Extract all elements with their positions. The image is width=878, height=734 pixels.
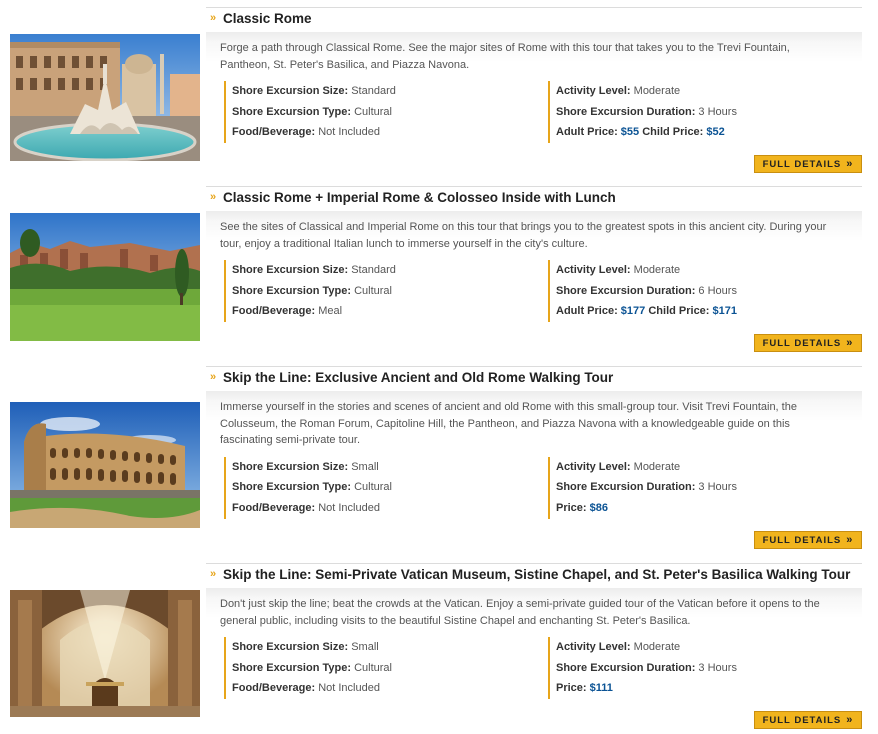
tour-title-bar: » Skip the Line: Exclusive Ancient and O… — [206, 366, 862, 391]
full-details-button[interactable]: FULL DETAILS » — [754, 711, 862, 729]
full-details-button[interactable]: FULL DETAILS » — [754, 531, 862, 549]
tour-title[interactable]: Classic Rome — [223, 11, 312, 26]
excursion-size: Shore Excursion Size: Small — [232, 641, 379, 653]
excursion-duration: Shore Excursion Duration: 6 Hours — [556, 284, 737, 297]
attributes-right: Activity Level: Moderate Shore Excursion… — [548, 456, 856, 519]
tour-image[interactable] — [10, 590, 200, 717]
excursion-size: Shore Excursion Size: Standard — [232, 264, 396, 276]
attributes-left: Shore Excursion Size: Small Shore Excurs… — [224, 637, 542, 699]
food-beverage: Food/Beverage: Not Included — [232, 682, 380, 694]
chevron-icon: » — [210, 568, 217, 580]
double-chevron-right-icon: » — [846, 158, 854, 170]
full-details-button[interactable]: FULL DETAILS » — [754, 155, 862, 173]
tour-description: See the sites of Classical and Imperial … — [206, 211, 862, 258]
activity-level: Activity Level: Moderate — [556, 460, 681, 473]
tour-description: Forge a path through Classical Rome. See… — [206, 32, 862, 79]
price-info: Adult Price: $177 Child Price: $171 — [556, 305, 738, 317]
excursion-size: Shore Excursion Size: Small — [232, 460, 379, 473]
attributes-right: Activity Level: Moderate Shore Excursion… — [548, 637, 856, 699]
chevron-icon: » — [210, 191, 217, 203]
excursion-duration: Shore Excursion Duration: 3 Hours — [556, 105, 737, 118]
double-chevron-right-icon: » — [846, 534, 854, 546]
double-chevron-right-icon: » — [846, 714, 854, 726]
tour-title-bar: » Classic Rome — [206, 7, 862, 32]
attributes-right: Activity Level: Moderate Shore Excursion… — [548, 260, 856, 322]
adult-price: $177 — [620, 305, 646, 317]
excursion-size: Shore Excursion Size: Standard — [232, 85, 396, 97]
excursion-type: Shore Excursion Type: Cultural — [232, 661, 392, 674]
full-details-label: FULL DETAILS — [762, 158, 842, 170]
tour-attributes: Shore Excursion Size: Small Shore Excurs… — [206, 456, 862, 519]
tour-title-bar: » Classic Rome + Imperial Rome & Colosse… — [206, 186, 862, 211]
price-info: Price: $111 — [556, 682, 613, 694]
activity-level: Activity Level: Moderate — [556, 264, 681, 276]
tour-price: $111 — [589, 682, 613, 694]
chevron-icon: » — [210, 12, 217, 24]
piazza-navona-fountain-photo — [10, 34, 200, 161]
full-details-label: FULL DETAILS — [762, 337, 842, 349]
activity-level: Activity Level: Moderate — [556, 641, 681, 653]
tour-title-bar: » Skip the Line: Semi-Private Vatican Mu… — [206, 563, 862, 588]
child-price: $171 — [712, 305, 738, 317]
food-beverage: Food/Beverage: Not Included — [232, 501, 380, 514]
price-info: Price: $86 — [556, 501, 608, 514]
tour-price: $86 — [589, 501, 608, 514]
tour-title[interactable]: Classic Rome + Imperial Rome & Colosseo … — [223, 190, 616, 205]
excursion-type: Shore Excursion Type: Cultural — [232, 481, 392, 493]
palatine-hill-ruins-photo — [10, 213, 200, 341]
excursion-duration: Shore Excursion Duration: 3 Hours — [556, 661, 737, 674]
tour-attributes: Shore Excursion Size: Small Shore Excurs… — [206, 637, 862, 699]
colosseum-photo — [10, 402, 200, 528]
tour-description: Immerse yourself in the stories and scen… — [206, 391, 862, 455]
full-details-label: FULL DETAILS — [762, 534, 842, 546]
tour-image[interactable] — [10, 34, 200, 161]
full-details-button[interactable]: FULL DETAILS » — [754, 334, 862, 352]
price-info: Adult Price: $55 Child Price: $52 — [556, 126, 725, 138]
attributes-right: Activity Level: Moderate Shore Excursion… — [548, 81, 856, 143]
tour-image[interactable] — [10, 402, 200, 528]
food-beverage: Food/Beverage: Not Included — [232, 126, 380, 138]
tour-title[interactable]: Skip the Line: Exclusive Ancient and Old… — [223, 370, 613, 385]
food-beverage: Food/Beverage: Meal — [232, 305, 343, 317]
double-chevron-right-icon: » — [846, 337, 854, 349]
tour-attributes: Shore Excursion Size: Standard Shore Exc… — [206, 260, 862, 322]
tour-title[interactable]: Skip the Line: Semi-Private Vatican Muse… — [223, 567, 850, 582]
full-details-label: FULL DETAILS — [762, 714, 842, 726]
adult-price: $55 — [620, 126, 640, 138]
excursion-type: Shore Excursion Type: Cultural — [232, 105, 392, 118]
excursion-type: Shore Excursion Type: Cultural — [232, 284, 392, 297]
attributes-left: Shore Excursion Size: Standard Shore Exc… — [224, 260, 542, 322]
chevron-icon: » — [210, 371, 217, 383]
attributes-left: Shore Excursion Size: Standard Shore Exc… — [224, 81, 542, 143]
st-peters-basilica-interior-photo — [10, 590, 200, 717]
tour-image[interactable] — [10, 213, 200, 341]
tour-description: Don't just skip the line; beat the crowd… — [206, 588, 862, 635]
excursion-duration: Shore Excursion Duration: 3 Hours — [556, 481, 737, 493]
child-price: $52 — [706, 126, 725, 138]
attributes-left: Shore Excursion Size: Small Shore Excurs… — [224, 456, 542, 519]
tour-attributes: Shore Excursion Size: Standard Shore Exc… — [206, 81, 862, 143]
activity-level: Activity Level: Moderate — [556, 85, 681, 97]
